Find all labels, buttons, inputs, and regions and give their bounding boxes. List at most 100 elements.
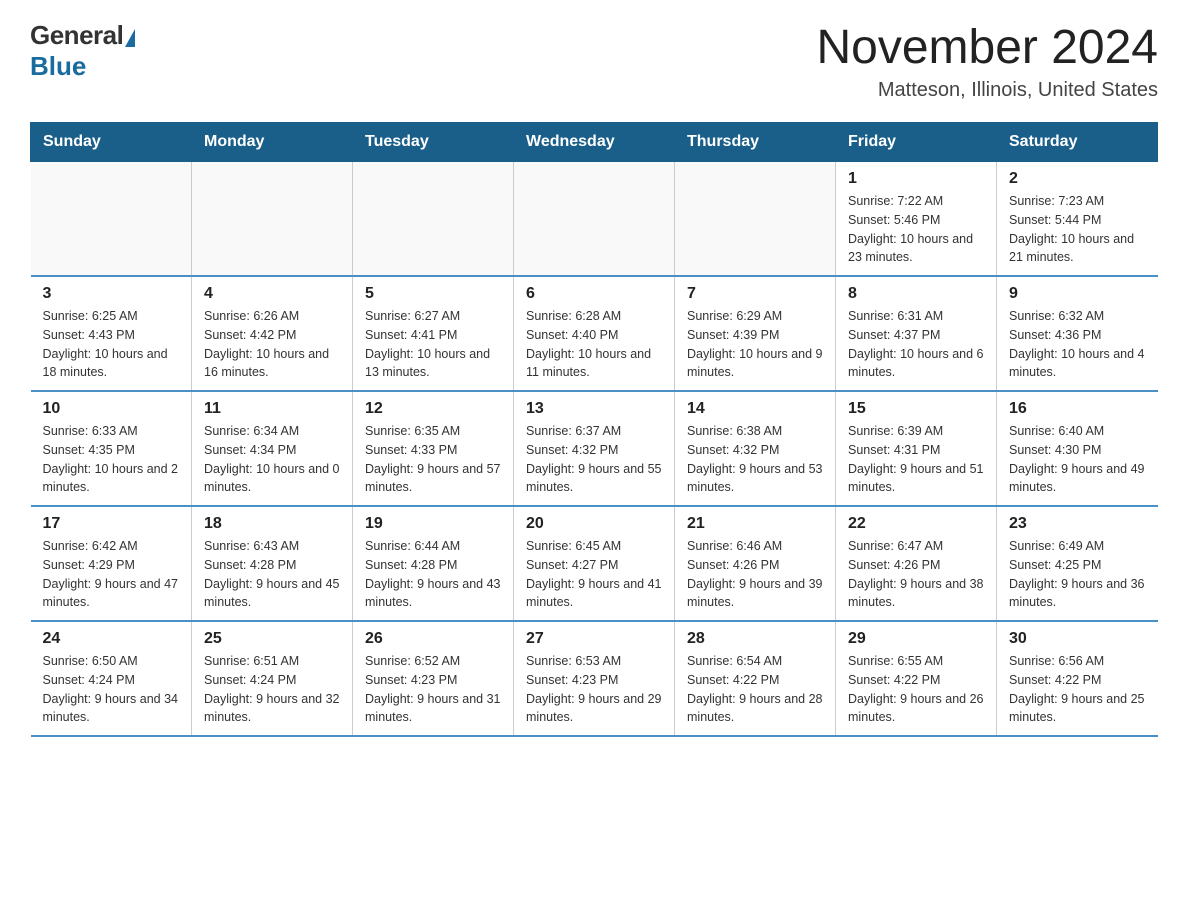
title-section: November 2024 Matteson, Illinois, United… [816, 20, 1158, 102]
calendar-cell: 21 Sunrise: 6:46 AMSunset: 4:26 PMDayligh… [675, 506, 836, 621]
calendar-cell [353, 162, 514, 277]
day-info: Sunrise: 6:33 AMSunset: 4:35 PMDaylight:… [43, 422, 180, 497]
day-info: Sunrise: 6:27 AMSunset: 4:41 PMDaylight:… [365, 307, 501, 382]
calendar-cell: 25Sunrise: 6:51 AMSunset: 4:24 PMDayligh… [192, 621, 353, 736]
day-number: 17 [43, 515, 180, 533]
day-info: Sunrise: 6:32 AMSunset: 4:36 PMDaylight:… [1009, 307, 1146, 382]
calendar-cell: 17 Sunrise: 6:42 AMSunset: 4:29 PMDayligh… [31, 506, 192, 621]
calendar-cell: 5 Sunrise: 6:27 AMSunset: 4:41 PMDaylight… [353, 276, 514, 391]
day-info: Sunrise: 6:43 AMSunset: 4:28 PMDaylight:… [204, 537, 340, 612]
day-info: Sunrise: 6:46 AMSunset: 4:26 PMDaylight:… [687, 537, 823, 612]
day-number: 12 [365, 400, 501, 418]
day-info: Sunrise: 6:25 AMSunset: 4:43 PMDaylight:… [43, 307, 180, 382]
calendar-header-wednesday: Wednesday [514, 123, 675, 162]
day-info: Sunrise: 6:54 AMSunset: 4:22 PMDaylight:… [687, 652, 823, 727]
day-info: Sunrise: 6:45 AMSunset: 4:27 PMDaylight:… [526, 537, 662, 612]
calendar-cell: 28 Sunrise: 6:54 AMSunset: 4:22 PMDayligh… [675, 621, 836, 736]
day-number: 20 [526, 515, 662, 533]
day-number: 16 [1009, 400, 1146, 418]
day-number: 25 [204, 630, 340, 648]
day-info: Sunrise: 6:34 AMSunset: 4:34 PMDaylight:… [204, 422, 340, 497]
calendar-cell [675, 162, 836, 277]
day-info: Sunrise: 6:56 AMSunset: 4:22 PMDaylight:… [1009, 652, 1146, 727]
day-number: 11 [204, 400, 340, 418]
day-number: 30 [1009, 630, 1146, 648]
logo-general-text: General [30, 20, 123, 51]
calendar-header-row: SundayMondayTuesdayWednesdayThursdayFrid… [31, 123, 1158, 162]
day-number: 8 [848, 285, 984, 303]
day-info: Sunrise: 7:23 AMSunset: 5:44 PMDaylight:… [1009, 192, 1146, 267]
day-info: Sunrise: 6:38 AMSunset: 4:32 PMDaylight:… [687, 422, 823, 497]
day-number: 10 [43, 400, 180, 418]
calendar-cell: 10 Sunrise: 6:33 AMSunset: 4:35 PMDayligh… [31, 391, 192, 506]
day-number: 1 [848, 170, 984, 188]
calendar-header-friday: Friday [836, 123, 997, 162]
day-number: 27 [526, 630, 662, 648]
day-info: Sunrise: 6:53 AMSunset: 4:23 PMDaylight:… [526, 652, 662, 727]
day-number: 19 [365, 515, 501, 533]
day-number: 5 [365, 285, 501, 303]
day-info: Sunrise: 6:39 AMSunset: 4:31 PMDaylight:… [848, 422, 984, 497]
calendar-cell: 19Sunrise: 6:44 AMSunset: 4:28 PMDayligh… [353, 506, 514, 621]
calendar-cell: 18 Sunrise: 6:43 AMSunset: 4:28 PMDayligh… [192, 506, 353, 621]
day-number: 21 [687, 515, 823, 533]
calendar-cell: 20 Sunrise: 6:45 AMSunset: 4:27 PMDayligh… [514, 506, 675, 621]
calendar-cell [192, 162, 353, 277]
day-number: 28 [687, 630, 823, 648]
calendar-table: SundayMondayTuesdayWednesdayThursdayFrid… [30, 122, 1158, 737]
calendar-cell: 11 Sunrise: 6:34 AMSunset: 4:34 PMDayligh… [192, 391, 353, 506]
calendar-cell: 24 Sunrise: 6:50 AMSunset: 4:24 PMDayligh… [31, 621, 192, 736]
day-info: Sunrise: 6:35 AMSunset: 4:33 PMDaylight:… [365, 422, 501, 497]
day-number: 13 [526, 400, 662, 418]
day-info: Sunrise: 6:47 AMSunset: 4:26 PMDaylight:… [848, 537, 984, 612]
calendar-cell: 30 Sunrise: 6:56 AMSunset: 4:22 PMDayligh… [997, 621, 1158, 736]
calendar-cell: 2 Sunrise: 7:23 AMSunset: 5:44 PMDaylight… [997, 162, 1158, 277]
day-number: 15 [848, 400, 984, 418]
calendar-cell: 13 Sunrise: 6:37 AMSunset: 4:32 PMDayligh… [514, 391, 675, 506]
day-number: 22 [848, 515, 984, 533]
logo-blue-text: Blue [30, 51, 86, 82]
calendar-cell: 23Sunrise: 6:49 AMSunset: 4:25 PMDayligh… [997, 506, 1158, 621]
calendar-week-4: 17 Sunrise: 6:42 AMSunset: 4:29 PMDayligh… [31, 506, 1158, 621]
calendar-week-3: 10 Sunrise: 6:33 AMSunset: 4:35 PMDayligh… [31, 391, 1158, 506]
day-info: Sunrise: 6:29 AMSunset: 4:39 PMDaylight:… [687, 307, 823, 382]
calendar-header-monday: Monday [192, 123, 353, 162]
day-number: 14 [687, 400, 823, 418]
day-info: Sunrise: 6:40 AMSunset: 4:30 PMDaylight:… [1009, 422, 1146, 497]
calendar-cell: 9 Sunrise: 6:32 AMSunset: 4:36 PMDaylight… [997, 276, 1158, 391]
calendar-cell [514, 162, 675, 277]
day-info: Sunrise: 6:28 AMSunset: 4:40 PMDaylight:… [526, 307, 662, 382]
logo-triangle-icon [125, 29, 135, 47]
calendar-cell: 27 Sunrise: 6:53 AMSunset: 4:23 PMDayligh… [514, 621, 675, 736]
day-number: 24 [43, 630, 180, 648]
day-info: Sunrise: 6:31 AMSunset: 4:37 PMDaylight:… [848, 307, 984, 382]
calendar-week-1: 1 Sunrise: 7:22 AMSunset: 5:46 PMDaylight… [31, 162, 1158, 277]
day-info: Sunrise: 6:42 AMSunset: 4:29 PMDaylight:… [43, 537, 180, 612]
calendar-header-saturday: Saturday [997, 123, 1158, 162]
day-number: 18 [204, 515, 340, 533]
calendar-header-thursday: Thursday [675, 123, 836, 162]
calendar-cell [31, 162, 192, 277]
month-title: November 2024 [816, 20, 1158, 75]
day-number: 9 [1009, 285, 1146, 303]
day-info: Sunrise: 6:26 AMSunset: 4:42 PMDaylight:… [204, 307, 340, 382]
calendar-cell: 15 Sunrise: 6:39 AMSunset: 4:31 PMDayligh… [836, 391, 997, 506]
calendar-week-2: 3Sunrise: 6:25 AMSunset: 4:43 PMDaylight… [31, 276, 1158, 391]
calendar-cell: 26Sunrise: 6:52 AMSunset: 4:23 PMDayligh… [353, 621, 514, 736]
day-info: Sunrise: 6:52 AMSunset: 4:23 PMDaylight:… [365, 652, 501, 727]
calendar-header-sunday: Sunday [31, 123, 192, 162]
day-info: Sunrise: 7:22 AMSunset: 5:46 PMDaylight:… [848, 192, 984, 267]
day-info: Sunrise: 6:50 AMSunset: 4:24 PMDaylight:… [43, 652, 180, 727]
page-header: General Blue November 2024 Matteson, Ill… [30, 20, 1158, 102]
day-number: 6 [526, 285, 662, 303]
calendar-cell: 29Sunrise: 6:55 AMSunset: 4:22 PMDayligh… [836, 621, 997, 736]
calendar-cell: 12 Sunrise: 6:35 AMSunset: 4:33 PMDayligh… [353, 391, 514, 506]
calendar-cell: 16 Sunrise: 6:40 AMSunset: 4:30 PMDayligh… [997, 391, 1158, 506]
day-info: Sunrise: 6:37 AMSunset: 4:32 PMDaylight:… [526, 422, 662, 497]
calendar-week-5: 24 Sunrise: 6:50 AMSunset: 4:24 PMDayligh… [31, 621, 1158, 736]
day-number: 2 [1009, 170, 1146, 188]
logo: General Blue [30, 20, 135, 82]
calendar-header-tuesday: Tuesday [353, 123, 514, 162]
day-info: Sunrise: 6:55 AMSunset: 4:22 PMDaylight:… [848, 652, 984, 727]
calendar-cell: 6 Sunrise: 6:28 AMSunset: 4:40 PMDaylight… [514, 276, 675, 391]
